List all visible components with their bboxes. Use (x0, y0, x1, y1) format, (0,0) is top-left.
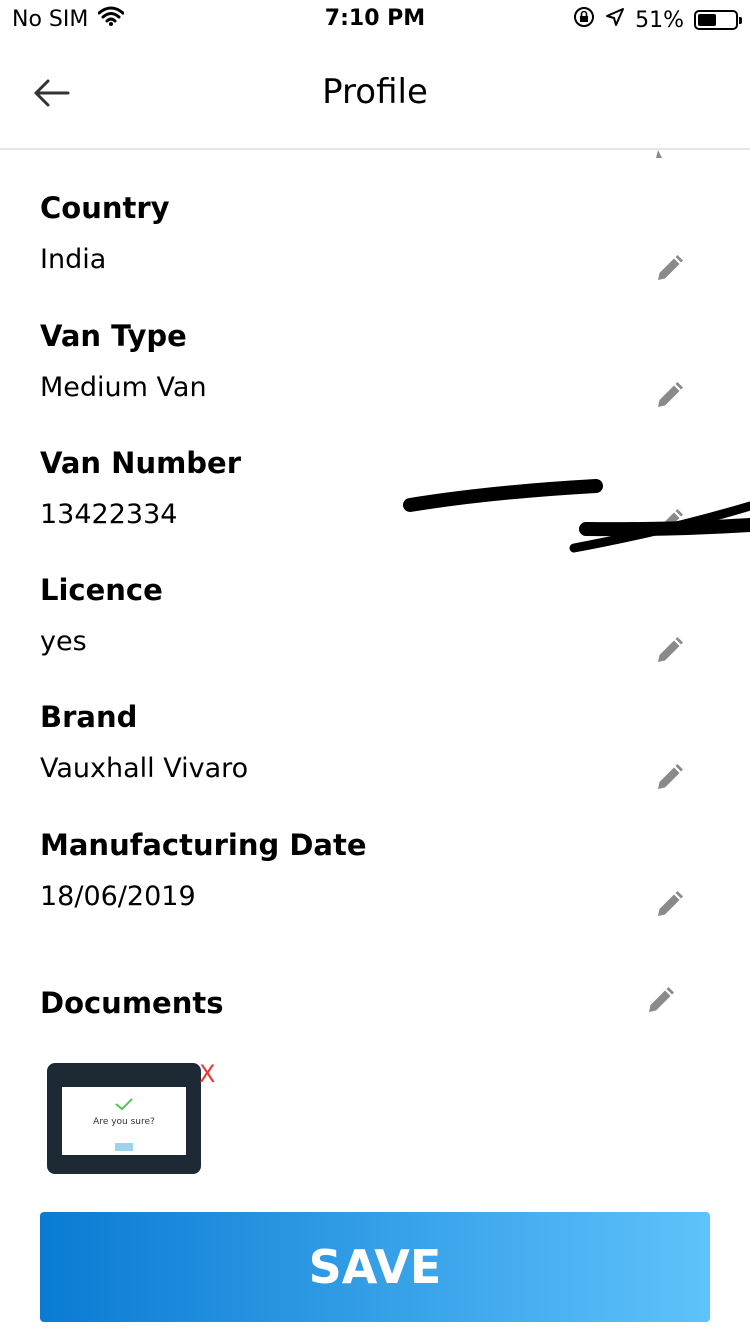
field-label: Licence (40, 573, 163, 607)
documents-label: Documents (40, 986, 224, 1020)
field-label: Brand (40, 700, 138, 734)
field-van-type: Van Type Medium Van (40, 318, 710, 406)
field-value: yes (40, 626, 87, 657)
field-manufacturing-date: Manufacturing Date 18/06/2019 (40, 827, 710, 915)
remove-document-button[interactable]: X (199, 1060, 215, 1088)
edit-manufacturing-date-icon[interactable] (654, 890, 684, 920)
field-value: Vauxhall Vivaro (40, 753, 249, 784)
field-country: Country India (40, 190, 710, 278)
save-button[interactable]: SAVE (40, 1212, 710, 1322)
field-brand: Brand Vauxhall Vivaro (40, 699, 710, 787)
field-label: Country (40, 191, 170, 225)
field-value: India (40, 244, 107, 275)
field-value: 18/06/2019 (40, 881, 196, 912)
status-right: 51% (573, 6, 742, 34)
rotation-lock-icon (573, 6, 595, 34)
edit-van-type-icon[interactable] (654, 381, 684, 411)
document-thumbnail[interactable]: Are you sure? (47, 1063, 201, 1174)
edit-documents-icon[interactable] (645, 986, 675, 1016)
field-licence: Licence yes (40, 572, 710, 660)
check-icon (115, 1098, 133, 1111)
battery-icon (694, 10, 742, 30)
nav-bar: Profile (0, 40, 750, 150)
field-label: Manufacturing Date (40, 828, 367, 862)
redaction-scribble (403, 479, 750, 553)
field-value: Medium Van (40, 372, 207, 403)
status-bar: No SIM 7:10 PM 51% (0, 0, 750, 40)
edit-brand-icon[interactable] (654, 763, 684, 793)
edit-licence-icon[interactable] (654, 636, 684, 666)
field-label: Van Type (40, 319, 187, 353)
location-icon (605, 7, 625, 33)
thumbnail-dialog: Are you sure? (62, 1087, 186, 1155)
thumbnail-ok-button (115, 1143, 133, 1151)
documents-section: Documents (40, 985, 710, 1021)
edit-country-icon[interactable] (654, 254, 684, 284)
edit-icon (656, 150, 662, 158)
battery-percent: 51% (635, 7, 684, 33)
page-title: Profile (322, 72, 428, 112)
thumbnail-dialog-title: Are you sure? (93, 1117, 155, 1127)
